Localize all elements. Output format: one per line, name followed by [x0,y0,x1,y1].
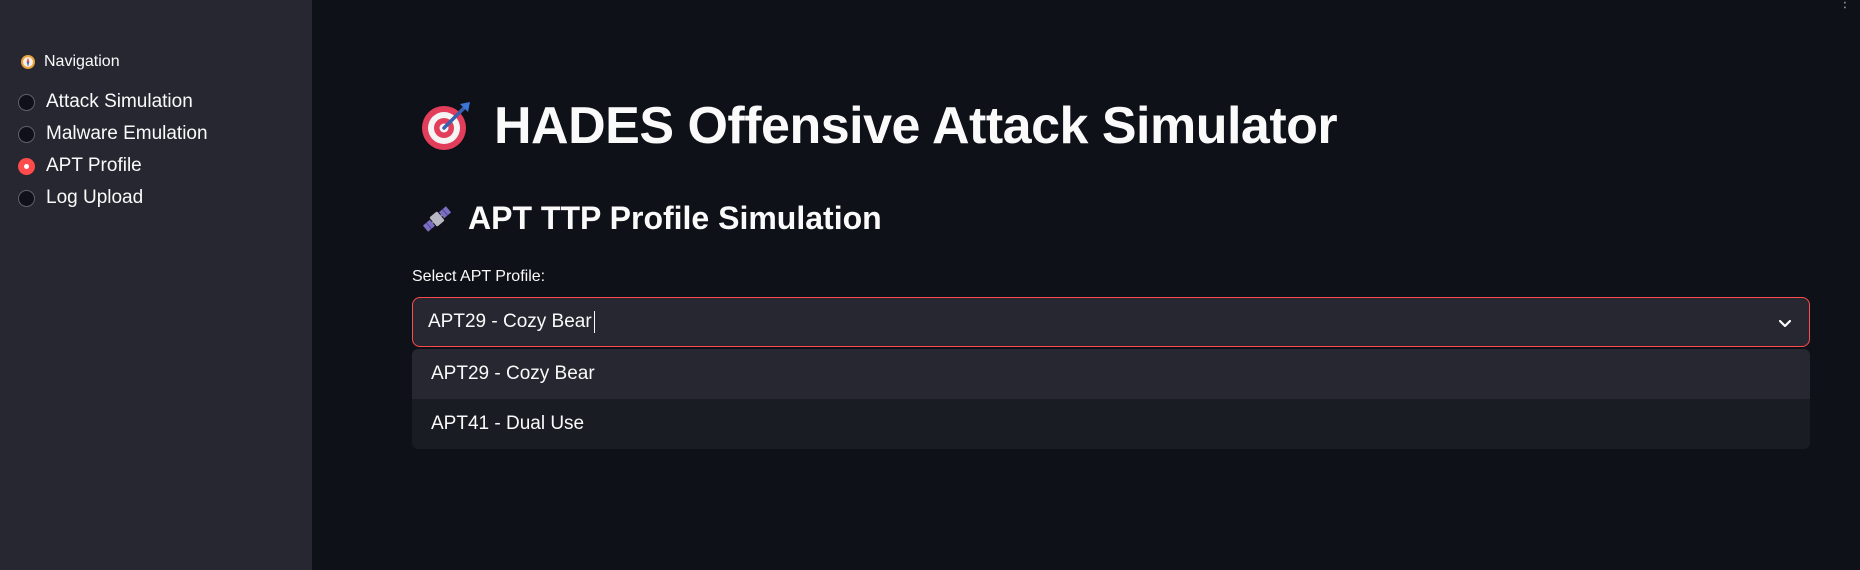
sidebar-item-log-upload[interactable]: Log Upload [18,182,208,214]
satellite-icon [422,205,452,232]
section-title-row: APT TTP Profile Simulation [420,200,882,237]
section-title: APT TTP Profile Simulation [468,200,882,236]
text-cursor [593,311,596,333]
radio-button[interactable] [18,189,35,207]
sidebar-item-attack-simulation[interactable]: Attack Simulation [18,86,208,118]
select-label: Select APT Profile: [412,268,546,285]
sidebar-item-label: Attack Simulation [46,91,193,112]
dropdown-option-apt29[interactable]: APT29 - Cozy Bear [412,349,1810,399]
sidebar-item-label: Malware Emulation [46,123,208,144]
navigation-label: Navigation [44,53,120,70]
sidebar-item-label: APT Profile [46,155,142,176]
compass-icon [21,55,35,69]
sidebar-item-label: Log Upload [46,187,144,208]
navigation-radio-group: Attack Simulation Malware Emulation APT … [18,86,208,214]
page-title-row: HADES Offensive Attack Simulator [420,96,1338,156]
sidebar-item-malware-emulation[interactable]: Malware Emulation [18,118,208,150]
radio-button[interactable] [18,93,35,111]
radio-button-selected[interactable] [18,157,35,175]
menu-icon[interactable]: ⋮ [1838,0,1852,11]
sidebar-item-apt-profile[interactable]: APT Profile [18,150,208,182]
bullseye-dart-icon [422,102,470,150]
select-input-value[interactable]: APT29 - Cozy Bear [428,311,592,333]
select-dropdown-menu: APT29 - Cozy Bear APT41 - Dual Use [412,349,1810,449]
navigation-header: Navigation [20,53,120,71]
chevron-down-icon[interactable] [1773,311,1797,335]
apt-profile-select[interactable]: APT29 - Cozy Bear [412,297,1810,347]
dropdown-option-apt41[interactable]: APT41 - Dual Use [412,399,1810,449]
sidebar: Navigation Attack Simulation Malware Emu… [0,0,312,570]
page-title: HADES Offensive Attack Simulator [494,97,1338,155]
main-content: ⋮ HADES Offensive Attack Simulator APT T… [312,0,1860,570]
radio-button[interactable] [18,125,35,143]
